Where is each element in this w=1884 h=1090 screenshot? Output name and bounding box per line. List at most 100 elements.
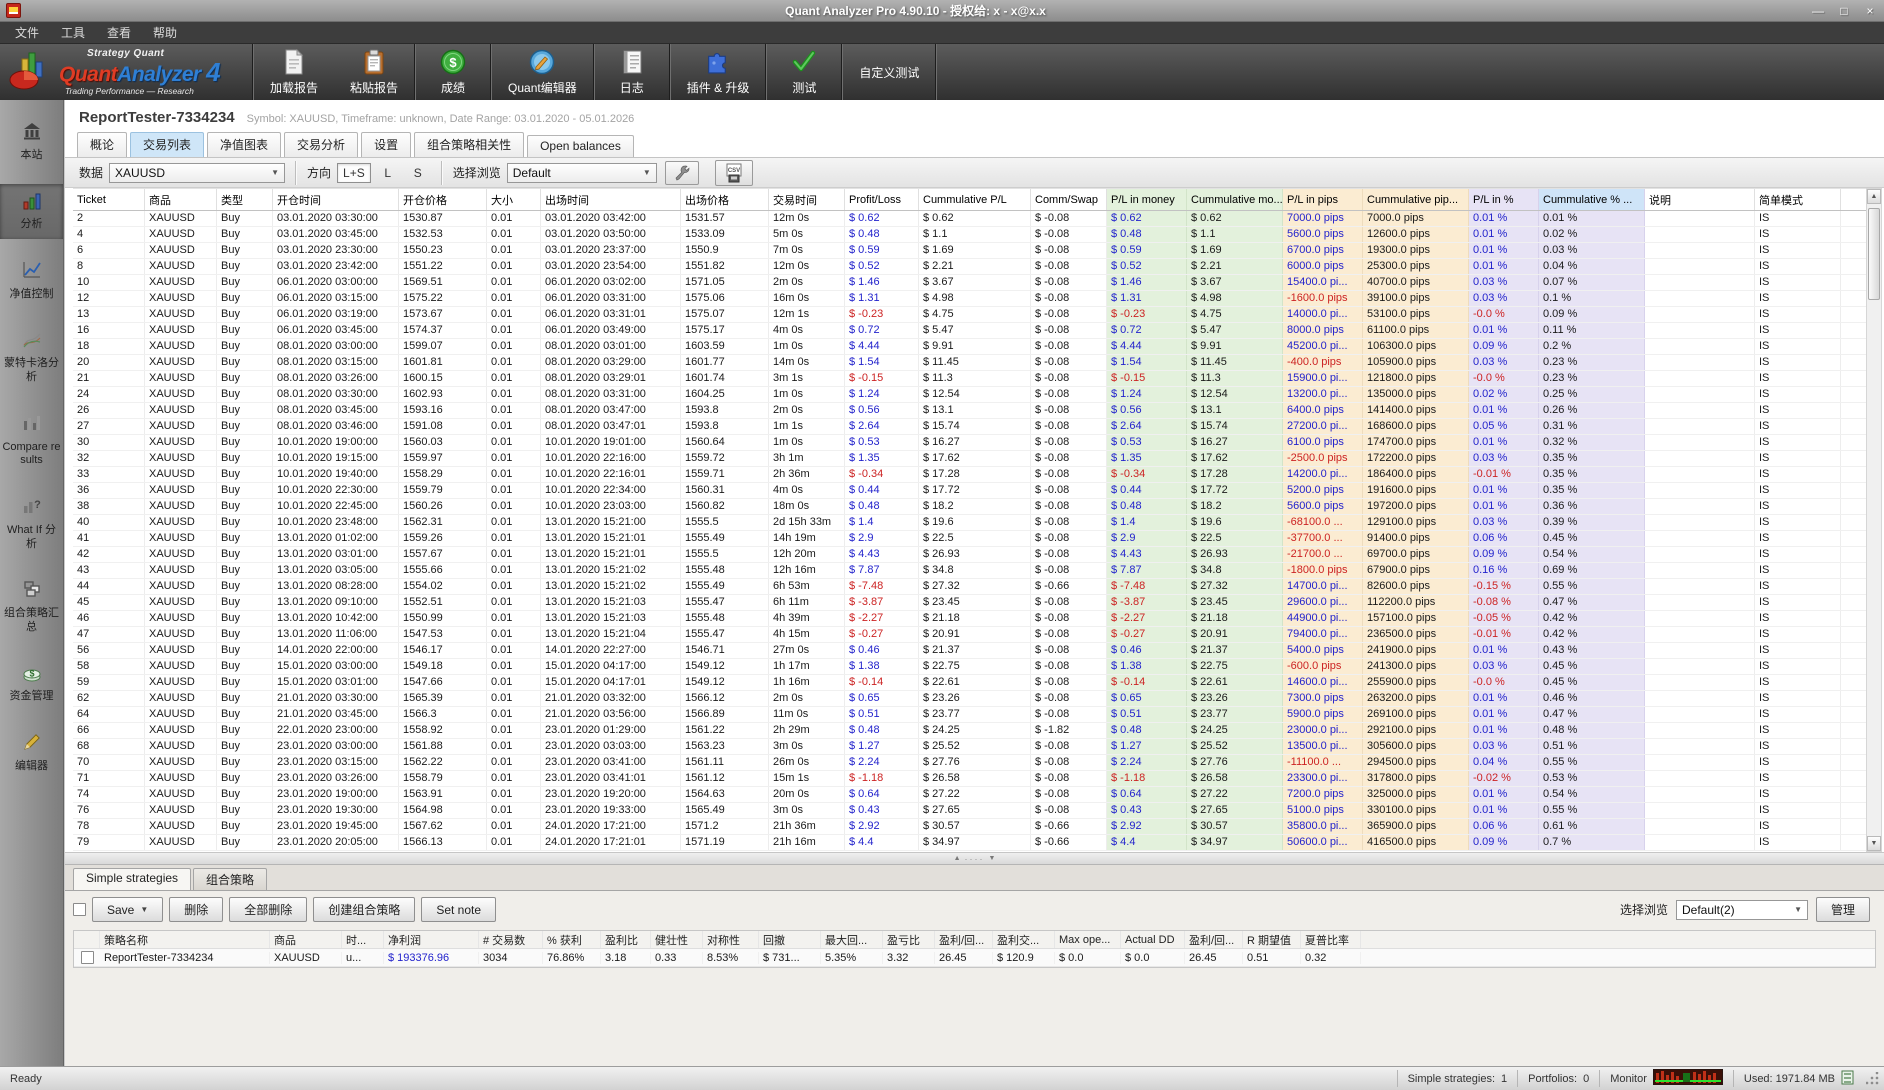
table-row[interactable]: 79XAUUSDBuy23.01.2020 20:05:001566.130.0… [73,835,1866,851]
column-header-symbol[interactable]: 商品 [145,189,217,210]
column-header-cum_money[interactable]: Cummulative mo... [1187,189,1283,210]
table-row[interactable]: 30XAUUSDBuy10.01.2020 19:00:001560.030.0… [73,435,1866,451]
panel-splitter[interactable]: ▲ ···· ▼ [65,852,1884,865]
table-row[interactable]: 2XAUUSDBuy03.01.2020 03:30:001530.870.01… [73,211,1866,227]
minimize-icon[interactable]: — [1810,4,1826,18]
strategy-column-header[interactable]: 对称性 [703,931,759,948]
strategy-row[interactable]: ReportTester-7334234XAUUSDu...$ 193376.9… [74,949,1875,967]
table-row[interactable]: 41XAUUSDBuy13.01.2020 01:02:001559.260.0… [73,531,1866,547]
toolbar-button[interactable]: Quant编辑器 [492,44,593,100]
table-row[interactable]: 45XAUUSDBuy13.01.2020 09:10:001552.510.0… [73,595,1866,611]
table-row[interactable]: 59XAUUSDBuy15.01.2020 03:01:001547.660.0… [73,675,1866,691]
column-header-cum_pl[interactable]: Cummulative P/L [919,189,1031,210]
sidebar-item-money[interactable]: $资金管理 [0,656,63,712]
close-icon[interactable]: × [1862,4,1878,18]
tab-交易列表[interactable]: 交易列表 [130,132,204,157]
table-row[interactable]: 58XAUUSDBuy15.01.2020 03:00:001549.180.0… [73,659,1866,675]
column-header-duration[interactable]: 交易时间 [769,189,845,210]
sidebar-item-compare[interactable]: Compare results [0,406,63,475]
tab-概论[interactable]: 概论 [77,132,127,157]
table-row[interactable]: 27XAUUSDBuy08.01.2020 03:46:001591.080.0… [73,419,1866,435]
strategy-column-header[interactable]: 商品 [270,931,342,948]
column-header-close_price[interactable]: 出场价格 [681,189,769,210]
sidebar-item-pencil[interactable]: 编辑器 [0,725,63,781]
strategy-column-header[interactable]: % 获利 [543,931,601,948]
table-row[interactable]: 8XAUUSDBuy03.01.2020 23:42:001551.220.01… [73,259,1866,275]
column-header-cum_pips[interactable]: Cummulative pip... [1363,189,1469,210]
sidebar-item-what-if[interactable]: ?What If 分析 [0,489,63,558]
column-header-ticket[interactable]: Ticket [73,189,145,210]
column-header-cum_pct[interactable]: Cummulative % ... [1539,189,1645,210]
resize-grip[interactable] [1866,1072,1880,1086]
bottom-tab-组合策略[interactable]: 组合策略 [193,868,267,890]
strategy-column-header[interactable]: 回撤 [759,931,821,948]
table-row[interactable]: 76XAUUSDBuy23.01.2020 19:30:001564.980.0… [73,803,1866,819]
column-header-pl_pct[interactable]: P/L in % [1469,189,1539,210]
toolbar-button[interactable]: 加载报告 [254,44,334,100]
menu-item[interactable]: 帮助 [142,22,188,44]
toolbar-button[interactable]: 测试 [767,44,841,100]
table-row[interactable]: 40XAUUSDBuy10.01.2020 23:48:001562.310.0… [73,515,1866,531]
scroll-down-icon[interactable]: ▼ [1867,836,1881,851]
column-header-pl_money[interactable]: P/L in money [1107,189,1187,210]
table-row[interactable]: 62XAUUSDBuy21.01.2020 03:30:001565.390.0… [73,691,1866,707]
strategy-column-header[interactable]: R 期望值 [1243,931,1301,948]
sidebar-item-home[interactable]: 本站 [0,114,63,170]
创建组合策略-button[interactable]: 创建组合策略 [313,897,415,922]
table-row[interactable]: 21XAUUSDBuy08.01.2020 03:26:001600.150.0… [73,371,1866,387]
strategy-column-header[interactable]: Max ope... [1055,931,1121,948]
toolbar-button[interactable]: $成绩 [416,44,490,100]
strategy-column-header[interactable]: 盈利/回... [1185,931,1243,948]
tab-Open balances[interactable]: Open balances [527,135,634,157]
manage-button[interactable]: 管理 [1816,897,1870,922]
tab-组合策略相关性[interactable]: 组合策略相关性 [414,132,524,157]
settings-wrench-button[interactable] [665,161,699,185]
set-note-button[interactable]: Set note [421,897,496,922]
table-row[interactable]: 26XAUUSDBuy08.01.2020 03:45:001593.160.0… [73,403,1866,419]
menu-item[interactable]: 工具 [50,22,96,44]
table-row[interactable]: 66XAUUSDBuy22.01.2020 23:00:001558.920.0… [73,723,1866,739]
strategy-column-header[interactable]: 盈亏比 [883,931,935,948]
table-row[interactable]: 16XAUUSDBuy06.01.2020 03:45:001574.370.0… [73,323,1866,339]
sidebar-item-monte-carlo[interactable]: 蒙特卡洛分析 [0,323,63,392]
data-select[interactable]: XAUUSD▼ [109,163,285,183]
toolbar-button[interactable]: 插件 & 升级 [671,44,766,100]
column-header-note[interactable]: 说明 [1645,189,1755,210]
strategy-column-header[interactable]: 健壮性 [651,931,703,948]
bottom-tab-Simple strategies[interactable]: Simple strategies [73,868,191,890]
strategy-column-header[interactable]: 策略名称 [100,931,270,948]
column-header-close_time[interactable]: 出场时间 [541,189,681,210]
table-row[interactable]: 64XAUUSDBuy21.01.2020 03:45:001566.30.01… [73,707,1866,723]
strategy-column-header[interactable]: 盈利交... [993,931,1055,948]
table-row[interactable]: 70XAUUSDBuy23.01.2020 03:15:001562.220.0… [73,755,1866,771]
column-header-pl[interactable]: Profit/Loss [845,189,919,210]
table-row[interactable]: 68XAUUSDBuy23.01.2020 03:00:001561.880.0… [73,739,1866,755]
strategies-view-select[interactable]: Default(2)▼ [1676,900,1808,920]
tab-设置[interactable]: 设置 [361,132,411,157]
strategy-column-header[interactable]: 夏普比率 [1301,931,1361,948]
table-row[interactable]: 43XAUUSDBuy13.01.2020 03:05:001555.660.0… [73,563,1866,579]
table-row[interactable]: 44XAUUSDBuy13.01.2020 08:28:001554.020.0… [73,579,1866,595]
strategy-column-header[interactable]: 盈利/回... [935,931,993,948]
splitter-down-icon[interactable]: ▼ [989,855,996,862]
menu-item[interactable]: 文件 [4,22,50,44]
table-row[interactable]: 18XAUUSDBuy08.01.2020 03:00:001599.070.0… [73,339,1866,355]
tab-交易分析[interactable]: 交易分析 [284,132,358,157]
save-button[interactable]: Save▼ [92,897,163,922]
menu-item[interactable]: 查看 [96,22,142,44]
table-row[interactable]: 42XAUUSDBuy13.01.2020 03:01:001557.670.0… [73,547,1866,563]
全部删除-button[interactable]: 全部删除 [229,897,307,922]
table-row[interactable]: 38XAUUSDBuy10.01.2020 22:45:001560.260.0… [73,499,1866,515]
table-row[interactable]: 20XAUUSDBuy08.01.2020 03:15:001601.810.0… [73,355,1866,371]
sidebar-item-equity-line[interactable]: 净值控制 [0,253,63,309]
column-header-open_time[interactable]: 开仓时间 [273,189,399,210]
toolbar-button[interactable]: 粘贴报告 [334,44,414,100]
column-header-mode[interactable]: 简单模式 [1755,189,1841,210]
table-row[interactable]: 6XAUUSDBuy03.01.2020 23:30:001550.230.01… [73,243,1866,259]
strategy-column-header[interactable]: Actual DD [1121,931,1185,948]
table-row[interactable]: 32XAUUSDBuy10.01.2020 19:15:001559.970.0… [73,451,1866,467]
table-row[interactable]: 10XAUUSDBuy06.01.2020 03:00:001569.510.0… [73,275,1866,291]
table-row[interactable]: 46XAUUSDBuy13.01.2020 10:42:001550.990.0… [73,611,1866,627]
export-csv-button[interactable]: CSV [715,160,753,186]
table-row[interactable]: 47XAUUSDBuy13.01.2020 11:06:001547.530.0… [73,627,1866,643]
